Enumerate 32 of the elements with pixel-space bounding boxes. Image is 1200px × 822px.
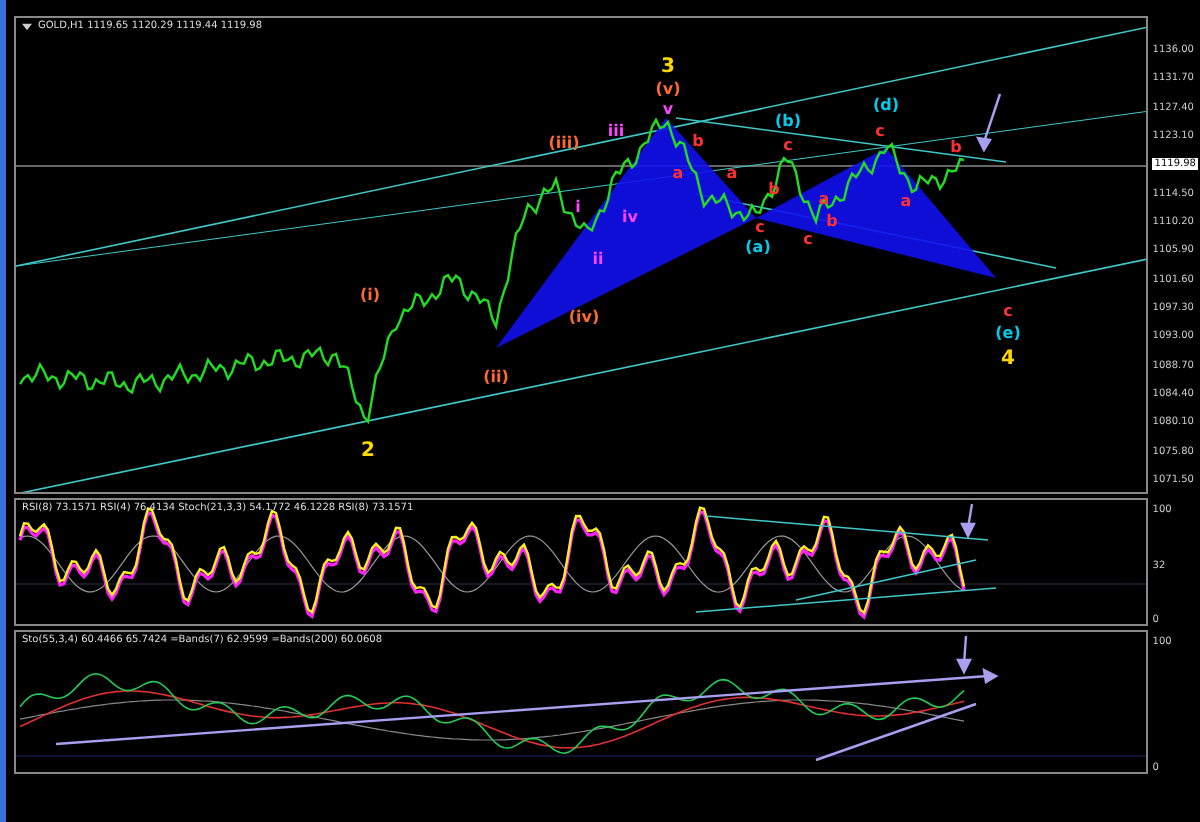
wave-label: (ii) xyxy=(483,368,509,386)
wave-label: (iv) xyxy=(568,308,600,326)
wave-label: b xyxy=(950,138,962,156)
arrow-icon xyxy=(975,93,1002,153)
wave-label: a xyxy=(726,164,738,182)
wave-label: b xyxy=(826,212,838,230)
wave-label: ii xyxy=(592,250,604,268)
wave-label: c xyxy=(803,230,813,248)
wave-label: b xyxy=(692,132,704,150)
wave-label: 2 xyxy=(361,440,375,462)
wave-label: 4 xyxy=(1001,348,1015,370)
wave-label: (a) xyxy=(745,238,771,256)
wave-label: (e) xyxy=(995,324,1021,342)
wave-label: c xyxy=(755,218,765,236)
wave-label: iii xyxy=(607,122,625,140)
wave-label: c xyxy=(875,122,885,140)
wave-label: (b) xyxy=(774,112,802,130)
wave-label: i xyxy=(575,198,581,216)
wave-label: (v) xyxy=(655,80,681,98)
wave-label: (iii) xyxy=(548,134,580,152)
wave-label: c xyxy=(783,136,793,154)
wave-label: c xyxy=(1003,302,1013,320)
wave-label: 3 xyxy=(661,56,675,78)
arrow-icon xyxy=(960,503,976,539)
wave-label: (i) xyxy=(359,286,381,304)
arrow-icon xyxy=(956,635,972,675)
wave-label: iv xyxy=(622,208,638,226)
wave-label: a xyxy=(672,164,684,182)
caret-icon[interactable] xyxy=(22,21,32,31)
wave-label: v xyxy=(662,100,674,118)
wave-label: (d) xyxy=(872,96,900,114)
wave-label: a xyxy=(900,192,912,210)
